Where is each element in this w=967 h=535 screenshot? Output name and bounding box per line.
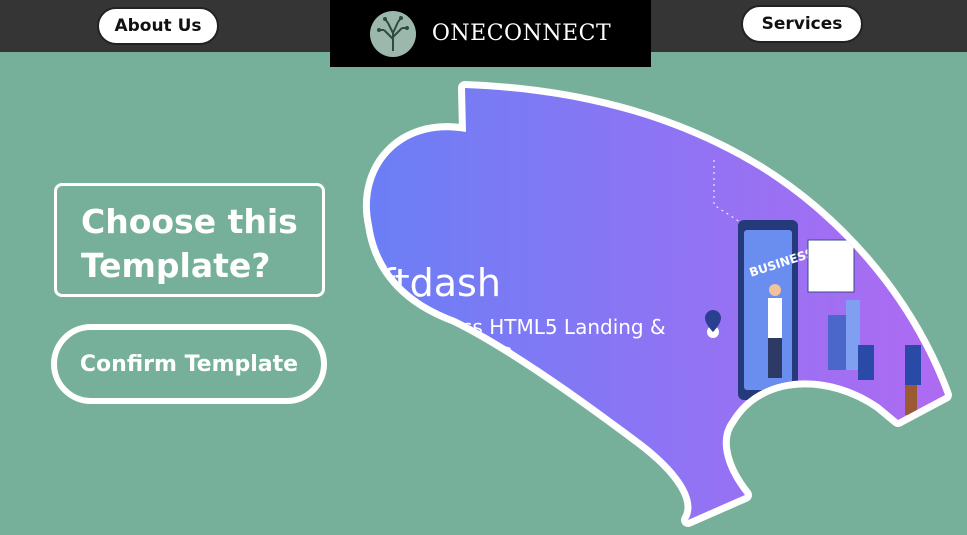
preview-tagline-1: ss HTML5 Landing &	[462, 315, 666, 339]
template-preview-image[interactable]: ftdash ss HTML5 Landing & plate BUSINESS	[0, 0, 967, 535]
preview-product-name: ftdash	[382, 261, 501, 305]
